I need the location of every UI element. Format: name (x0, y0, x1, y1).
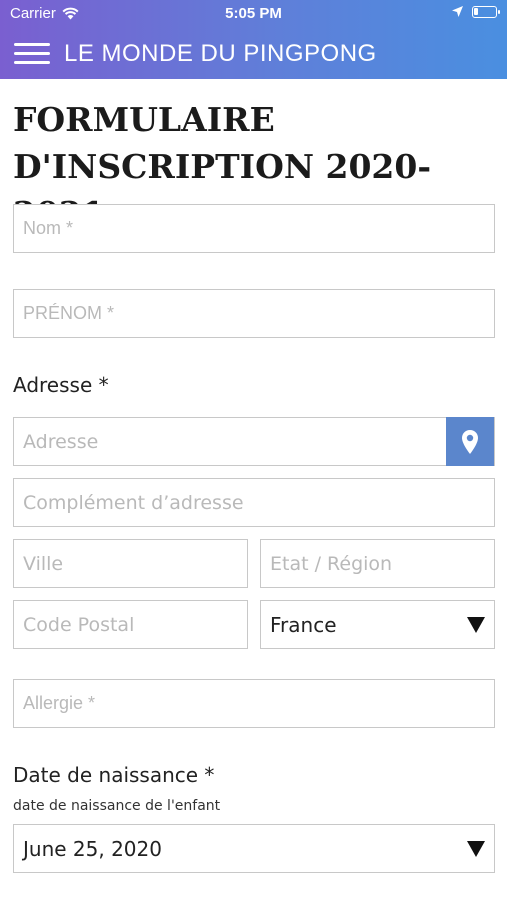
ville-field[interactable] (13, 539, 248, 588)
nom-field[interactable] (13, 204, 495, 253)
prenom-field[interactable] (13, 289, 495, 338)
dropdown-caret-icon (467, 617, 485, 633)
status-time: 5:05 PM (225, 5, 282, 22)
complement-adresse-input[interactable] (23, 491, 494, 514)
status-bar: Carrier 5:05 PM (0, 0, 507, 28)
code-postal-input[interactable] (23, 613, 247, 636)
map-pin-icon (462, 429, 478, 454)
allergie-input[interactable] (23, 693, 494, 714)
country-select[interactable]: France (260, 600, 495, 649)
code-postal-field[interactable] (13, 600, 248, 649)
battery-icon (472, 5, 500, 18)
dropdown-caret-icon (467, 841, 485, 857)
adresse-input[interactable] (23, 430, 433, 453)
date-naissance-hint: date de naissance de l'enfant (13, 798, 221, 814)
menu-icon[interactable] (14, 41, 50, 67)
adresse-label: Adresse * (13, 373, 109, 397)
adresse-field[interactable] (13, 417, 495, 466)
app-header: Carrier 5:05 PM LE MONDE DU PINGPONG (0, 0, 507, 79)
birthdate-picker[interactable]: June 25, 2020 (13, 824, 495, 873)
region-field[interactable] (260, 539, 495, 588)
region-input[interactable] (270, 552, 494, 575)
date-naissance-label: Date de naissance * (13, 763, 215, 787)
status-right-indicators (451, 5, 500, 18)
ville-input[interactable] (23, 552, 247, 575)
nom-input[interactable] (23, 218, 494, 239)
app-title: LE MONDE DU PINGPONG (64, 40, 377, 67)
allergie-field[interactable] (13, 679, 495, 728)
locate-address-button[interactable] (446, 417, 494, 466)
location-arrow-icon (452, 6, 463, 17)
app-bar: LE MONDE DU PINGPONG (0, 34, 507, 74)
complement-adresse-field[interactable] (13, 478, 495, 527)
prenom-input[interactable] (23, 303, 494, 324)
birthdate-value: June 25, 2020 (23, 836, 162, 861)
page-title-line-1: FORMULAIRE (13, 100, 275, 139)
country-select-value: France (270, 612, 337, 637)
